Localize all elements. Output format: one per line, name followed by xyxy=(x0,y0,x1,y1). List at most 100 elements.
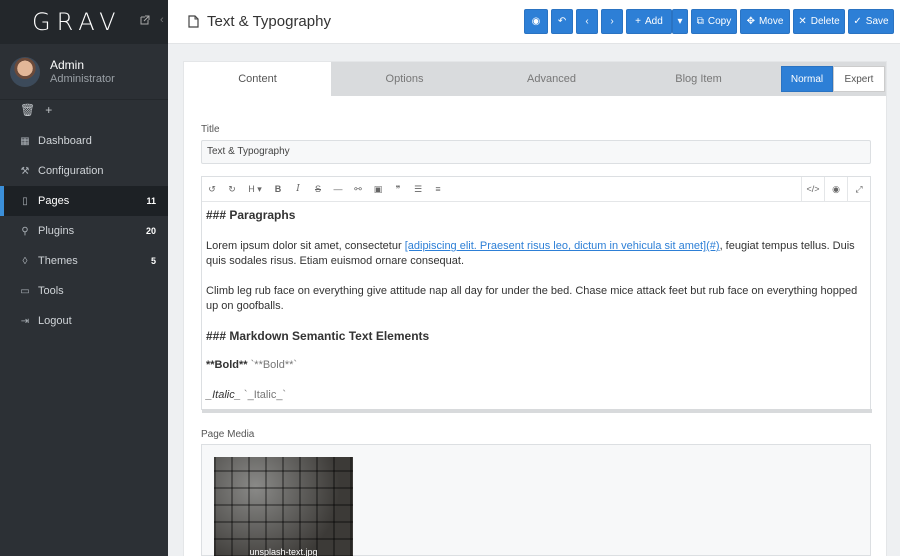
user-panel[interactable]: Admin Administrator xyxy=(0,44,168,100)
grav-logo[interactable]: GRAV xyxy=(32,8,122,36)
external-link-icon[interactable] xyxy=(140,15,150,25)
themes-count-badge: 5 xyxy=(150,256,156,266)
dashboard-icon: ▦ xyxy=(20,135,30,147)
sidebar-item-tools[interactable]: ▭ Tools xyxy=(0,276,168,306)
save-button[interactable]: ✓ Save xyxy=(848,9,894,34)
next-page-button[interactable]: › xyxy=(601,9,623,34)
sidebar: GRAV ‹ Admin Administrator 🗑 + ▦ Dashboa… xyxy=(0,0,168,556)
expert-mode-button[interactable]: Expert xyxy=(833,66,885,92)
page-title-text: Text & Typography xyxy=(207,13,331,30)
normal-mode-button[interactable]: Normal xyxy=(781,66,833,92)
plugins-count-badge: 20 xyxy=(145,226,156,236)
italic-icon[interactable]: I xyxy=(288,184,308,194)
unordered-list-icon[interactable]: ☰ xyxy=(408,184,428,195)
chevron-left-icon: ‹ xyxy=(585,16,589,27)
link-icon[interactable]: ⚯ xyxy=(348,184,368,195)
sidebar-item-logout[interactable]: ⇥ Logout xyxy=(0,306,168,336)
arrows-icon: ✥ xyxy=(746,16,755,27)
italic-code: `_Italic_` xyxy=(240,389,287,401)
file-icon: ▯ xyxy=(22,195,28,207)
pages-count-badge: 11 xyxy=(146,196,156,206)
strikethrough-icon[interactable]: S xyxy=(308,184,328,194)
close-icon: ✕ xyxy=(798,16,807,27)
undo-icon[interactable]: ↺ xyxy=(202,184,222,195)
sidebar-item-pages[interactable]: ▯ Pages 11 xyxy=(0,186,168,216)
add-page-icon[interactable]: + xyxy=(45,103,52,117)
ordered-list-icon[interactable]: ≡ xyxy=(428,184,448,194)
editor-toolbar: ↺ ↻ H ▾ B I S — ⚯ ▣ ❞ ☰ ≡ </> ◉ ⤢ xyxy=(202,177,870,202)
image-icon[interactable]: ▣ xyxy=(368,184,388,195)
title-label: Title xyxy=(201,124,220,135)
wrench-icon: ⚒ xyxy=(20,165,30,177)
sidebar-item-configuration[interactable]: ⚒ Configuration xyxy=(0,156,168,186)
markdown-editor[interactable]: ↺ ↻ H ▾ B I S — ⚯ ▣ ❞ ☰ ≡ </> ◉ ⤢ ### Pa… xyxy=(201,176,872,413)
reply-icon: ↶ xyxy=(557,16,567,27)
redo-icon[interactable]: ↻ xyxy=(222,184,242,195)
back-button[interactable]: ↶ xyxy=(551,9,573,34)
page-media-dropzone[interactable]: unsplash-text.jpg xyxy=(201,444,871,556)
copy-button[interactable]: ⧉ Copy xyxy=(691,9,737,34)
heading-semantic: ### Markdown Semantic Text Elements xyxy=(206,329,430,343)
bold-line: **Bold** `**Bold**` xyxy=(206,358,866,373)
fullscreen-icon[interactable]: ⤢ xyxy=(847,177,870,201)
horizontal-rule-icon[interactable]: — xyxy=(328,184,348,194)
preview-button[interactable]: ◉ xyxy=(524,9,548,34)
editor-content[interactable]: ### Paragraphs Lorem ipsum dolor sit ame… xyxy=(202,202,870,403)
page-media-label: Page Media xyxy=(201,429,255,440)
heading-paragraphs: ### Paragraphs xyxy=(206,208,296,222)
delete-button-label: Delete xyxy=(810,16,840,27)
page-editor-card: Content Options Advanced Blog Item Norma… xyxy=(184,62,886,556)
trash-icon[interactable]: 🗑 xyxy=(20,103,35,117)
bold-code: `**Bold**` xyxy=(247,359,298,371)
sidebar-item-label: Themes xyxy=(38,255,78,267)
sidebar-nav: ▦ Dashboard ⚒ Configuration ▯ Pages 11 ⚲… xyxy=(0,126,168,336)
editor-toolbar-right: </> ◉ ⤢ xyxy=(801,177,870,201)
sidebar-item-label: Logout xyxy=(38,315,72,327)
sidebar-item-label: Tools xyxy=(38,285,64,297)
bold-icon[interactable]: B xyxy=(268,184,288,194)
sidebar-item-plugins[interactable]: ⚲ Plugins 20 xyxy=(0,216,168,246)
tab-blog-item[interactable]: Blog Item xyxy=(625,62,772,96)
sidebar-collapse-icon[interactable]: ‹ xyxy=(160,14,164,26)
check-icon: ✓ xyxy=(853,16,862,27)
heading-icon[interactable]: H ▾ xyxy=(242,184,268,195)
add-button-label: Add xyxy=(645,16,663,27)
title-field[interactable]: Text & Typography xyxy=(201,140,871,164)
add-dropdown-button[interactable]: ▾ xyxy=(672,9,688,34)
paragraph-climb: Climb leg rub face on everything give at… xyxy=(206,285,858,312)
italic-line: _Italic_ `_Italic_` xyxy=(206,388,866,403)
copy-icon: ⧉ xyxy=(696,16,704,27)
editor-resize-bar[interactable] xyxy=(202,409,872,413)
add-button[interactable]: + Add xyxy=(626,9,672,34)
markdown-link[interactable]: [adipiscing elit. Praesent risus leo, di… xyxy=(405,240,720,252)
mode-switch: Normal Expert xyxy=(781,66,885,92)
eye-icon: ◉ xyxy=(531,16,541,27)
quick-actions: 🗑 + xyxy=(0,100,168,120)
italic-text: _Italic_ xyxy=(206,389,241,401)
preview-eye-icon[interactable]: ◉ xyxy=(824,177,847,201)
chevron-down-icon: ▾ xyxy=(677,16,683,27)
avatar[interactable] xyxy=(10,56,40,87)
file-icon xyxy=(188,15,199,28)
media-thumbnail[interactable]: unsplash-text.jpg xyxy=(214,457,353,556)
previous-page-button[interactable]: ‹ xyxy=(576,9,598,34)
tab-content[interactable]: Content xyxy=(184,62,331,96)
page-title: Text & Typography xyxy=(188,13,331,30)
sidebar-item-label: Dashboard xyxy=(38,135,92,147)
plus-icon: + xyxy=(635,16,642,27)
move-button-label: Move xyxy=(758,16,784,27)
plug-icon: ⚲ xyxy=(21,225,29,237)
tab-options[interactable]: Options xyxy=(331,62,478,96)
quote-icon[interactable]: ❞ xyxy=(388,184,408,195)
tint-icon: ◊ xyxy=(22,255,28,267)
tab-advanced[interactable]: Advanced xyxy=(478,62,625,96)
sidebar-item-dashboard[interactable]: ▦ Dashboard xyxy=(0,126,168,156)
move-button[interactable]: ✥ Move xyxy=(740,9,790,34)
bold-text: **Bold** xyxy=(206,359,248,371)
paragraph-lorem: Lorem ipsum dolor sit amet, consectetur … xyxy=(206,239,866,269)
media-filename: unsplash-text.jpg xyxy=(249,547,318,556)
delete-button[interactable]: ✕ Delete xyxy=(793,9,845,34)
code-icon[interactable]: </> xyxy=(801,177,824,201)
sidebar-item-themes[interactable]: ◊ Themes 5 xyxy=(0,246,168,276)
sidebar-item-label: Pages xyxy=(38,195,70,207)
